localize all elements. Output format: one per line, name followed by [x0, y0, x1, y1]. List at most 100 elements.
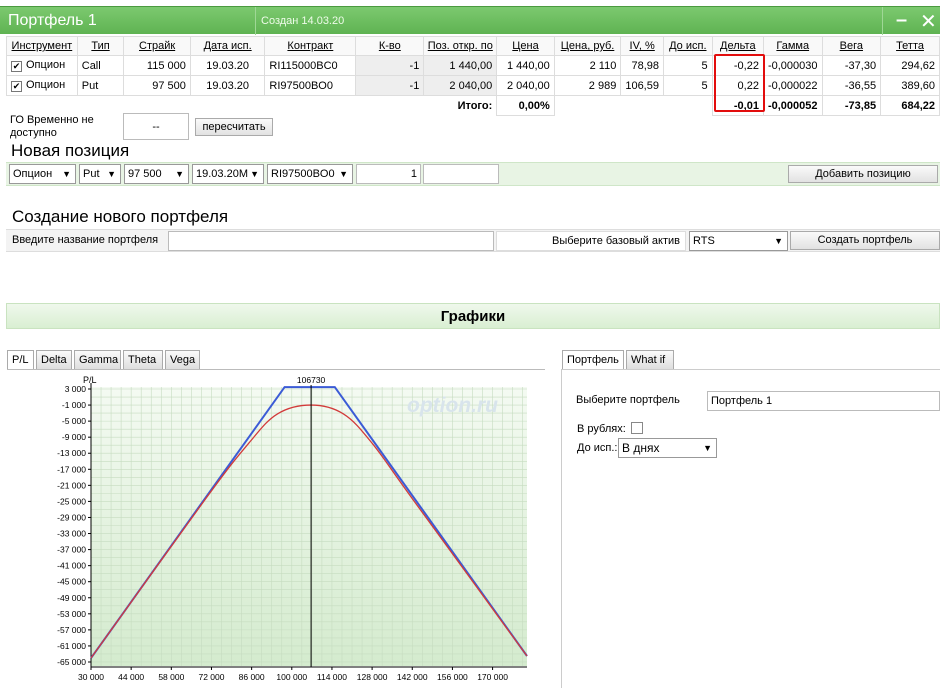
iv-cell: 78,98	[620, 55, 664, 76]
instrument-select[interactable]: Опцион ▼	[9, 164, 76, 184]
open-price-input[interactable]	[423, 164, 499, 184]
tab-delta[interactable]: Delta	[36, 350, 72, 369]
dropdown-arrow-icon: ▼	[339, 169, 348, 179]
date-cell: 19.03.20	[189, 75, 266, 96]
instrument-select-value: Опцион	[13, 168, 53, 180]
x-tick-label: 58 000	[158, 672, 184, 682]
instrument-cell[interactable]: ✔ Опцион	[6, 75, 78, 96]
y-tick-label: -5 000	[62, 416, 86, 426]
col-price[interactable]: Цена	[496, 36, 555, 56]
checkbox-checked-icon[interactable]: ✔	[11, 81, 22, 92]
y-tick-label: -57 000	[57, 625, 86, 635]
strike-cell: 115 000	[123, 55, 191, 76]
col-delta[interactable]: Дельта	[711, 36, 764, 56]
col-price-rub[interactable]: Цена, руб.	[553, 36, 622, 56]
contract-select[interactable]: RI97500BO0 ▼	[267, 164, 353, 184]
days-cell: 5	[662, 55, 713, 76]
col-strike[interactable]: Страйк	[123, 36, 191, 56]
tab-what-if[interactable]: What if	[626, 350, 674, 369]
to-exp-label: До исп.:	[577, 442, 618, 454]
dropdown-arrow-icon: ▼	[62, 169, 71, 179]
checkbox-checked-icon[interactable]: ✔	[11, 61, 22, 72]
y-tick-label: -53 000	[57, 609, 86, 619]
date-select[interactable]: 19.03.20M ▼	[192, 164, 264, 184]
type-select[interactable]: Put ▼	[79, 164, 121, 184]
y-tick-label: -25 000	[57, 496, 86, 506]
tab-gamma[interactable]: Gamma	[74, 350, 121, 369]
asset-select-value: RTS	[693, 235, 715, 247]
contract-cell: RI115000BC0	[264, 55, 357, 76]
portfolio-select[interactable]: Портфель 1	[707, 391, 940, 411]
tab-pl[interactable]: P/L	[7, 350, 34, 369]
y-tick-label: -45 000	[57, 577, 86, 587]
x-tick-label: 30 000	[78, 672, 104, 682]
qty-cell[interactable]: -1	[355, 75, 425, 96]
col-date[interactable]: Дата исп.	[189, 36, 266, 56]
rubles-checkbox[interactable]	[631, 422, 643, 434]
pl-chart[interactable]: 3 000 -1 000 -5 000 -9 000 -13 000 -17 000 -21…	[7, 370, 545, 688]
vega-cell: -36,55	[821, 75, 882, 96]
new-position-heading: Новая позиция	[11, 141, 130, 160]
col-gamma[interactable]: Гамма	[762, 36, 823, 56]
col-type[interactable]: Тип	[76, 36, 125, 56]
totals-theta: 684,22	[880, 95, 940, 116]
table-row[interactable]: ✔ Опцион Call 115 000 19.03.20 RI115000BC…	[6, 55, 940, 76]
totals-pct: 0,00%	[496, 95, 555, 116]
rubles-label: В рублях:	[577, 423, 626, 435]
col-instrument[interactable]: Инструмент	[6, 36, 78, 56]
positions-table: Инструмент Тип Страйк Дата исп. Контракт…	[6, 36, 940, 116]
col-qty[interactable]: К-во	[355, 36, 425, 56]
date-cell: 19.03.20	[189, 55, 266, 76]
col-days[interactable]: До исп.	[662, 36, 713, 56]
x-tick-label: 86 000	[239, 672, 265, 682]
plot-area	[91, 387, 527, 666]
y-tick-label: -61 000	[57, 641, 86, 651]
delta-highlight-frame	[714, 54, 765, 112]
gamma-cell: -0,000030	[762, 55, 823, 76]
tab-theta[interactable]: Theta	[123, 350, 163, 369]
x-tick-label: 100 000	[276, 672, 307, 682]
add-position-button[interactable]: Добавить позицию	[788, 165, 938, 183]
qty-input[interactable]: 1	[356, 164, 421, 184]
y-tick-label: -37 000	[57, 545, 86, 555]
underlying-price-label: 106730	[297, 375, 326, 385]
window-title: Портфель 1	[8, 12, 97, 29]
col-iv[interactable]: IV, %	[620, 36, 664, 56]
qty-cell[interactable]: -1	[355, 55, 425, 76]
y-axis-label: P/L	[83, 375, 97, 385]
tab-portfolio[interactable]: Портфель	[562, 350, 624, 369]
contract-cell: RI97500BO0	[264, 75, 357, 96]
portfolio-name-label: Введите название портфеля	[12, 234, 159, 246]
col-contract[interactable]: Контракт	[264, 36, 357, 56]
close-icon[interactable]: ✕	[920, 9, 937, 34]
recalc-button[interactable]: пересчитать	[195, 118, 273, 136]
x-tick-label: 72 000	[198, 672, 224, 682]
strike-select-value: 97 500	[128, 168, 162, 180]
open-cell[interactable]: 1 440,00	[423, 55, 498, 76]
col-vega[interactable]: Вега	[821, 36, 882, 56]
table-row[interactable]: ✔ Опцион Put 97 500 19.03.20 RI97500BO0 -…	[6, 75, 940, 96]
create-portfolio-button[interactable]: Создать портфель	[790, 231, 940, 250]
go-value: --	[123, 113, 189, 140]
theta-cell: 294,62	[880, 55, 940, 76]
tab-vega[interactable]: Vega	[165, 350, 200, 369]
type-cell: Put	[76, 75, 125, 96]
instrument-cell[interactable]: ✔ Опцион	[6, 55, 78, 76]
open-cell[interactable]: 2 040,00	[423, 75, 498, 96]
table-header: Инструмент Тип Страйк Дата исп. Контракт…	[6, 36, 940, 56]
days-cell: 5	[662, 75, 713, 96]
strike-select[interactable]: 97 500 ▼	[124, 164, 189, 184]
portfolio-name-input[interactable]	[168, 231, 494, 251]
x-tick-label: 142 000	[397, 672, 428, 682]
dropdown-arrow-icon: ▼	[774, 236, 783, 246]
asset-select[interactable]: RTS ▼	[689, 231, 788, 251]
totals-spacer	[554, 96, 712, 116]
go-label: ГО Временно не доступно	[10, 114, 94, 139]
type-cell: Call	[76, 55, 125, 76]
minimize-icon[interactable]: –	[896, 9, 907, 32]
col-theta[interactable]: Тетта	[880, 36, 940, 56]
col-open[interactable]: Поз. откр. по	[423, 36, 498, 56]
to-exp-select[interactable]: В днях ▼	[618, 438, 717, 458]
y-tick-label: -21 000	[57, 480, 86, 490]
strike-cell: 97 500	[123, 75, 191, 96]
